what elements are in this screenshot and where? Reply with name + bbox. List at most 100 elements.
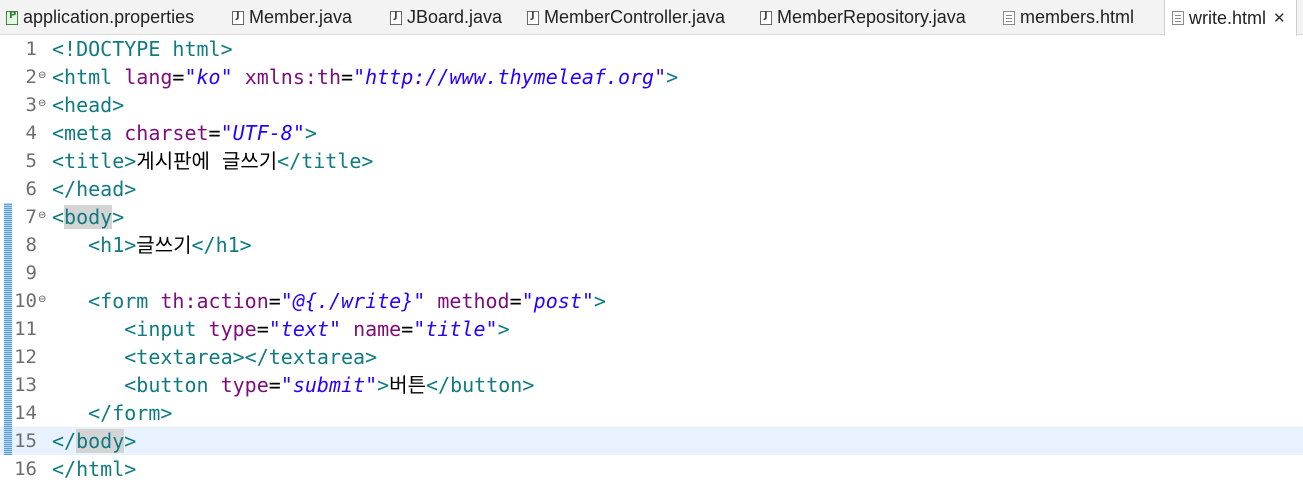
tab-memberrepository-java[interactable]: MemberRepository.java — [760, 0, 966, 35]
code-token: </button> — [425, 373, 535, 397]
code-line[interactable]: 14 </form> — [0, 399, 1303, 427]
fold-toggle-icon[interactable]: ⊖ — [38, 203, 50, 229]
code-token: type — [208, 317, 257, 341]
code-token: </form> — [88, 401, 173, 425]
tab-write-html[interactable]: write.html ✕ — [1164, 0, 1297, 36]
tab-label: write.html — [1189, 7, 1267, 28]
code-text: </body> — [52, 427, 136, 455]
code-text: <button type="submit">버튼</button> — [52, 371, 534, 399]
code-token: = — [208, 121, 221, 145]
java-file-icon — [527, 10, 539, 25]
code-token: > — [377, 373, 390, 397]
code-token: body — [64, 205, 113, 229]
code-token: = — [341, 65, 354, 89]
code-text: </html> — [52, 455, 136, 483]
html-file-icon — [1003, 10, 1015, 25]
code-line[interactable]: 15 </body> — [0, 427, 1303, 455]
line-number: 3 — [25, 94, 37, 116]
code-line[interactable]: 3 ⊖ <head> — [0, 91, 1303, 119]
code-token: </ — [52, 429, 77, 453]
code-token: </head> — [52, 177, 137, 201]
code-token: "submit" — [280, 373, 378, 397]
line-number: 14 — [14, 402, 37, 424]
java-file-icon — [232, 10, 244, 25]
close-tab-icon[interactable]: ✕ — [1273, 9, 1286, 27]
tab-label: application.properties — [23, 7, 195, 27]
code-text: </form> — [52, 399, 172, 427]
code-token: > — [124, 429, 137, 453]
code-token: method — [437, 289, 510, 313]
line-number: 11 — [14, 318, 37, 340]
code-token: "title" — [413, 317, 498, 341]
code-token: "post" — [521, 289, 594, 313]
tab-label: MemberRepository.java — [777, 7, 966, 27]
code-token: <form — [88, 289, 161, 313]
code-token: > — [497, 317, 510, 341]
editor-tab-bar: application.properties Member.java JBoar… — [0, 0, 1303, 36]
line-number: 13 — [14, 374, 37, 396]
code-token: "http://www.thymeleaf.org" — [353, 65, 667, 89]
code-line[interactable]: 9 — [0, 259, 1303, 287]
tab-label: members.html — [1020, 7, 1135, 27]
line-number: 4 — [25, 122, 37, 144]
code-line[interactable]: 13 <button type="submit">버튼</button> — [0, 371, 1303, 399]
fold-toggle-icon[interactable]: ⊖ — [38, 63, 50, 89]
code-line[interactable]: 10 ⊖ <form th:action="@{./write}" method=… — [0, 287, 1303, 315]
code-token: <button — [124, 373, 221, 397]
code-text: <html lang="ko" xmlns:th="http://www.thy… — [52, 63, 678, 91]
tab-member-java[interactable]: Member.java — [232, 0, 352, 35]
code-token: = — [401, 317, 414, 341]
code-token: < — [52, 205, 65, 229]
code-text: <title>게시판에 글쓰기</title> — [52, 147, 373, 175]
tab-jboard-java[interactable]: JBoard.java — [390, 0, 502, 35]
code-token: = — [268, 373, 281, 397]
code-line[interactable]: 2 ⊖ <html lang="ko" xmlns:th="http://www.t… — [0, 63, 1303, 91]
tab-membercontroller-java[interactable]: MemberController.java — [527, 0, 725, 35]
code-line[interactable]: 16 </html> — [0, 455, 1303, 483]
code-token: > — [112, 205, 125, 229]
fold-toggle-icon[interactable]: ⊖ — [38, 287, 50, 313]
code-line[interactable]: 12 <textarea></textarea> — [0, 343, 1303, 371]
java-file-icon — [760, 10, 772, 25]
code-text: <body> — [52, 203, 124, 231]
tab-application-properties[interactable]: application.properties — [6, 0, 194, 35]
code-token: 글쓰기 — [136, 233, 192, 257]
code-line[interactable]: 8 <h1>글쓰기</h1> — [0, 231, 1303, 259]
line-number: 1 — [25, 38, 37, 60]
code-line[interactable]: 11 <input type="text" name="title"> — [0, 315, 1303, 343]
line-number: 7 — [25, 206, 37, 228]
code-line[interactable]: 7 ⊖ <body> — [0, 203, 1303, 231]
fold-toggle-icon[interactable]: ⊖ — [38, 91, 50, 117]
code-line[interactable]: 1 <!DOCTYPE html> — [0, 35, 1303, 63]
code-token: <h1> — [88, 233, 137, 257]
code-token: = — [509, 289, 522, 313]
code-token: > — [593, 289, 606, 313]
code-token: <head> — [52, 93, 125, 117]
code-token: charset — [124, 121, 209, 145]
code-token: = — [172, 65, 185, 89]
code-text: <h1>글쓰기</h1> — [52, 231, 252, 259]
line-number: 9 — [25, 262, 37, 284]
line-number: 6 — [25, 178, 37, 200]
tab-members-html[interactable]: members.html — [1003, 0, 1134, 35]
code-token: "text" — [268, 317, 342, 341]
code-line[interactable]: 4 <meta charset="UTF-8"> — [0, 119, 1303, 147]
code-token: lang — [124, 65, 173, 89]
code-text: <meta charset="UTF-8"> — [52, 119, 317, 147]
line-number: 5 — [25, 150, 37, 172]
line-number: 12 — [14, 346, 37, 368]
line-number: 2 — [25, 66, 37, 88]
code-token: <title> — [52, 149, 137, 173]
code-token: </title> — [277, 149, 374, 173]
code-text: <head> — [52, 91, 124, 119]
code-line[interactable]: 5 <title>게시판에 글쓰기</title> — [0, 147, 1303, 175]
code-line[interactable]: 6 </head> — [0, 175, 1303, 203]
line-number: 16 — [14, 458, 37, 480]
